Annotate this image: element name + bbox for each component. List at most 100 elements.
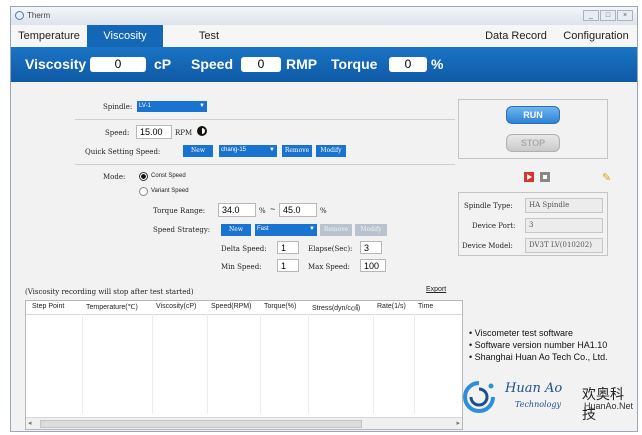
delta-speed-input[interactable]: 1 bbox=[277, 241, 299, 254]
spindle-type-value: HA Spindle bbox=[525, 198, 603, 213]
device-info-panel: Spindle Type: HA Spindle Device Port: 3 … bbox=[458, 192, 608, 256]
title-bar: Therm _ □ × bbox=[11, 7, 637, 25]
max-speed-input[interactable]: 100 bbox=[360, 259, 386, 272]
spindle-type-label: Spindle Type: bbox=[464, 202, 513, 210]
strategy-value: Fast bbox=[257, 226, 269, 232]
clear-icon[interactable]: ✎ bbox=[602, 171, 611, 184]
column-divider bbox=[373, 314, 374, 414]
mode-variant-label: Variant Speed bbox=[151, 188, 189, 194]
divider bbox=[75, 119, 455, 120]
min-speed-label: Min Speed: bbox=[221, 263, 262, 271]
speed-unit-label: RPM bbox=[175, 129, 193, 137]
strategy-new-button[interactable]: New bbox=[221, 224, 251, 236]
tab-viscosity[interactable]: Viscosity bbox=[87, 25, 163, 47]
logo-script-name: Huan Ao bbox=[505, 381, 563, 396]
column-divider bbox=[260, 314, 261, 414]
about-line-1: • Viscometer test software bbox=[469, 328, 574, 338]
strategy-remove-button[interactable]: Remove bbox=[320, 224, 352, 236]
torque-unit: % bbox=[431, 56, 444, 72]
data-table: Step Point Temperature(℃) Viscosity(cP) … bbox=[25, 300, 463, 430]
table-header: Step Point Temperature(℃) Viscosity(cP) … bbox=[26, 301, 462, 315]
min-speed-input[interactable]: 1 bbox=[277, 259, 299, 272]
speed-unit: RMP bbox=[286, 56, 318, 72]
tab-temperature[interactable]: Temperature bbox=[11, 25, 87, 47]
speed-dial-icon[interactable] bbox=[197, 126, 207, 136]
strategy-modify-button[interactable]: Modify bbox=[355, 224, 387, 236]
spindle-select[interactable]: LV-1 ▼ bbox=[137, 101, 207, 112]
column-header: Rate(1/s) bbox=[377, 303, 406, 310]
readout-bar: Viscosity 0 cP Speed 0 RMP Torque 0 % bbox=[11, 47, 637, 82]
torque-max-unit: % bbox=[320, 207, 327, 215]
tab-data-record[interactable]: Data Record bbox=[481, 25, 551, 47]
tab-bar: Temperature Viscosity Test Data Record C… bbox=[11, 25, 637, 48]
range-separator: ~ bbox=[270, 204, 276, 214]
quick-remove-button[interactable]: Remove bbox=[282, 145, 312, 157]
play-icon[interactable] bbox=[524, 172, 534, 182]
scroll-right-icon[interactable]: ▸ bbox=[456, 419, 460, 427]
mode-const-label: Const Speed bbox=[151, 173, 186, 179]
scrollbar-thumb[interactable] bbox=[40, 420, 362, 428]
viscosity-value: 0 bbox=[90, 57, 146, 72]
speed-input[interactable]: 15.00 bbox=[136, 125, 172, 139]
device-model-label: Device Model: bbox=[462, 242, 513, 250]
column-divider bbox=[414, 314, 415, 414]
quick-speed-label: Quick Setting Speed: bbox=[85, 148, 161, 156]
column-header: Time bbox=[418, 303, 434, 310]
scroll-left-icon[interactable]: ◂ bbox=[28, 419, 32, 427]
torque-label: Torque bbox=[331, 56, 378, 72]
run-button[interactable]: RUN bbox=[506, 106, 560, 124]
maximize-button[interactable]: □ bbox=[600, 10, 616, 21]
column-divider bbox=[308, 314, 309, 414]
chevron-down-icon: ▼ bbox=[309, 226, 315, 232]
run-control-panel: RUN STOP bbox=[458, 99, 608, 159]
delta-speed-label: Delta Speed: bbox=[221, 245, 267, 253]
column-header: Speed(RPM) bbox=[211, 303, 252, 310]
torque-min-unit: % bbox=[259, 207, 266, 215]
minimize-button[interactable]: _ bbox=[583, 10, 599, 21]
quick-modify-button[interactable]: Modify bbox=[316, 145, 346, 157]
export-link[interactable]: Export bbox=[426, 286, 446, 293]
mode-variant-radio[interactable] bbox=[139, 187, 148, 196]
app-icon bbox=[15, 11, 24, 20]
recording-note: (Viscosity recording will stop after tes… bbox=[25, 288, 194, 296]
company-logo bbox=[459, 379, 499, 413]
quick-speed-value: chang-15 bbox=[221, 147, 247, 153]
tab-configuration[interactable]: Configuration bbox=[555, 25, 637, 47]
speed-field-label: Speed: bbox=[105, 129, 130, 137]
torque-range-label: Torque Range: bbox=[153, 207, 206, 215]
elapse-input[interactable]: 3 bbox=[360, 241, 382, 254]
viscosity-label: Viscosity bbox=[25, 56, 87, 72]
column-divider bbox=[207, 314, 208, 414]
speed-strategy-label: Speed Strategy: bbox=[153, 226, 211, 234]
torque-max-input[interactable]: 45.0 bbox=[279, 203, 317, 217]
about-line-2: • Software version number HA1.10 bbox=[469, 340, 608, 350]
stop-icon[interactable] bbox=[540, 172, 550, 182]
mode-const-radio[interactable] bbox=[139, 172, 148, 181]
device-model-value: DV3T LV(010202) bbox=[525, 238, 603, 253]
torque-min-input[interactable]: 34.0 bbox=[218, 203, 256, 217]
strategy-select[interactable]: Fast ▼ bbox=[255, 224, 317, 236]
elapse-label: Elapse(Sec): bbox=[308, 245, 353, 253]
column-header: Viscosity(cP) bbox=[156, 303, 197, 310]
column-divider bbox=[82, 314, 83, 414]
horizontal-scrollbar[interactable]: ◂ ▸ bbox=[26, 417, 462, 429]
device-port-label: Device Port: bbox=[472, 222, 516, 230]
quick-new-button[interactable]: New bbox=[183, 145, 213, 157]
speed-label: Speed bbox=[191, 56, 234, 72]
spindle-label: Spindle: bbox=[103, 103, 133, 111]
max-speed-label: Max Speed: bbox=[308, 263, 350, 271]
viscosity-unit: cP bbox=[154, 56, 172, 72]
window-title: Therm bbox=[27, 11, 51, 20]
about-line-3: • Shanghai Huan Ao Tech Co., Ltd. bbox=[469, 352, 608, 362]
chevron-down-icon: ▼ bbox=[199, 103, 205, 109]
torque-value: 0 bbox=[389, 57, 427, 72]
tab-test[interactable]: Test bbox=[171, 25, 247, 47]
logo-script-tech: Technology bbox=[515, 400, 562, 409]
column-header: Torque(%) bbox=[264, 303, 297, 310]
quick-speed-select[interactable]: chang-15 ▼ bbox=[219, 145, 277, 157]
stop-button[interactable]: STOP bbox=[506, 134, 560, 152]
logo-website: HuanAo.Net bbox=[584, 401, 634, 411]
close-button[interactable]: × bbox=[617, 10, 633, 21]
column-divider bbox=[152, 314, 153, 414]
divider bbox=[75, 164, 455, 165]
